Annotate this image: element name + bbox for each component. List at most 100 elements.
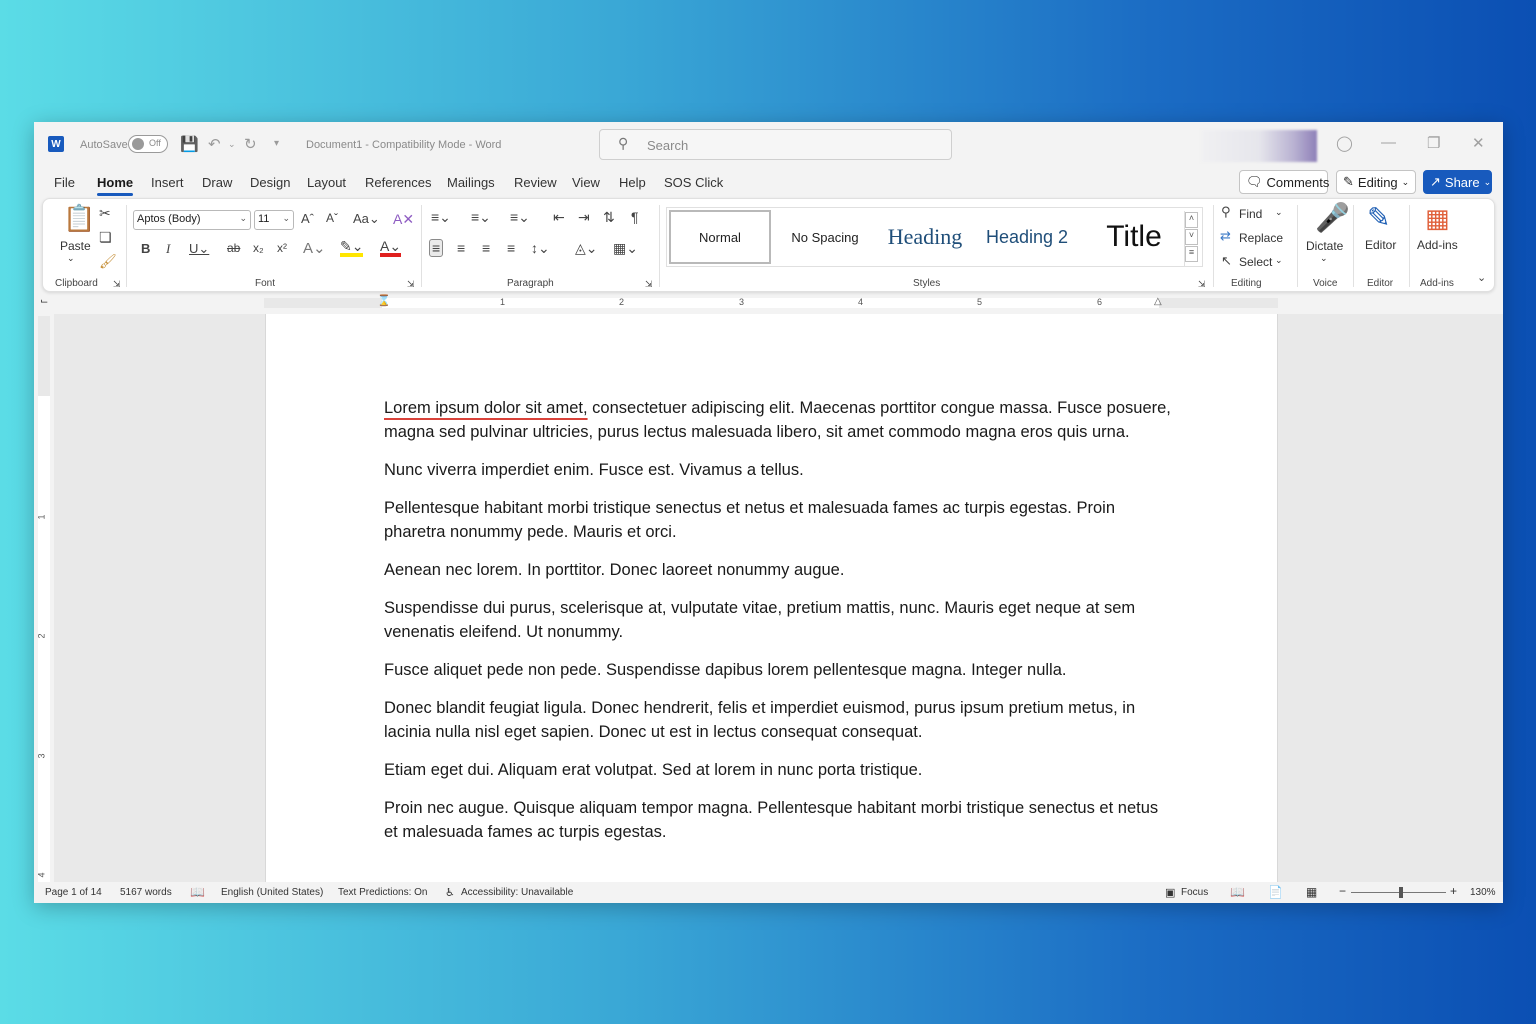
add-ins-button[interactable]: Add-ins	[1417, 238, 1458, 252]
horizontal-ruler[interactable]: ⌙ ⌛ △ 1 2 3 4 5 6	[34, 294, 1503, 312]
paragraph[interactable]: Suspendisse dui purus, scelerisque at, v…	[384, 596, 1174, 644]
customize-toolbar-icon[interactable]: ▾	[274, 138, 279, 149]
grow-font-icon[interactable]: Aˆ	[301, 211, 314, 226]
vertical-ruler[interactable]: 1 2 3 4	[37, 316, 50, 882]
text-effects-icon[interactable]: A⌄	[303, 239, 326, 257]
font-color-icon[interactable]: A⌄	[380, 239, 402, 257]
editor-pen-icon[interactable]: ✎	[1367, 201, 1390, 234]
editor-button[interactable]: Editor	[1365, 238, 1396, 252]
select-button[interactable]: Select	[1239, 255, 1272, 269]
undo-dropdown-icon[interactable]: ⌄	[228, 139, 236, 150]
show-formatting-icon[interactable]: ¶	[631, 209, 639, 225]
dialog-launcher-icon[interactable]: ⇲	[1198, 279, 1206, 290]
align-left-icon[interactable]: ≡	[429, 239, 444, 257]
autosave-toggle[interactable]: Off	[128, 135, 168, 153]
align-center-icon[interactable]: ≡	[457, 240, 465, 256]
zoom-slider-handle[interactable]	[1399, 887, 1403, 898]
tab-file[interactable]: File	[54, 175, 75, 190]
comments-button[interactable]: 🗨 Comments	[1239, 170, 1329, 194]
dialog-launcher-icon[interactable]: ⇲	[113, 279, 121, 290]
tab-review[interactable]: Review	[514, 175, 557, 190]
web-layout-icon[interactable]: ▦	[1306, 885, 1317, 899]
paragraph[interactable]: Proin nec augue. Quisque aliquam tempor …	[384, 796, 1174, 844]
strikethrough-icon[interactable]: ab	[227, 241, 240, 255]
numbering-icon[interactable]: ≡⌄	[471, 209, 491, 226]
borders-icon[interactable]: ▦⌄	[613, 240, 638, 257]
paragraph[interactable]: Donec blandit feugiat ligula. Donec hend…	[384, 696, 1174, 744]
style-no-spacing[interactable]: No Spacing	[775, 208, 875, 266]
line-spacing-icon[interactable]: ↕⌄	[531, 240, 550, 257]
tab-insert[interactable]: Insert	[151, 175, 184, 190]
print-layout-icon[interactable]: 📄	[1268, 885, 1283, 899]
add-ins-grid-icon[interactable]: ▦	[1425, 203, 1450, 234]
restore-icon[interactable]: ❐	[1427, 134, 1440, 152]
styles-up-icon[interactable]: ˄	[1185, 212, 1198, 228]
style-normal[interactable]: Normal	[669, 210, 771, 264]
accessibility-status[interactable]: Accessibility: Unavailable	[461, 887, 573, 898]
shrink-font-icon[interactable]: Aˇ	[326, 211, 338, 225]
clear-formatting-icon[interactable]: A✕	[393, 211, 414, 228]
lightbulb-icon[interactable]: ◯	[1336, 134, 1353, 152]
chevron-down-icon[interactable]: ⌄	[1275, 255, 1283, 266]
word-count[interactable]: 5167 words	[120, 887, 172, 898]
bold-icon[interactable]: B	[141, 241, 150, 256]
undo-icon[interactable]: ↶	[208, 135, 221, 153]
change-case-icon[interactable]: Aa⌄	[353, 211, 380, 227]
save-icon[interactable]: 💾	[180, 135, 199, 153]
paragraph[interactable]: Fusce aliquet pede non pede. Suspendisse…	[384, 658, 1174, 682]
subscript-icon[interactable]: x₂	[253, 241, 264, 255]
dialog-launcher-icon[interactable]: ⇲	[645, 279, 653, 290]
styles-down-icon[interactable]: ˅	[1185, 229, 1198, 245]
tab-draw[interactable]: Draw	[202, 175, 232, 190]
style-heading-2[interactable]: Heading 2	[975, 208, 1079, 266]
search-input[interactable]: ⚲ Search	[599, 129, 952, 160]
tab-references[interactable]: References	[365, 175, 431, 190]
tab-home[interactable]: Home	[97, 175, 134, 196]
text-predictions-status[interactable]: Text Predictions: On	[338, 887, 427, 898]
align-right-icon[interactable]: ≡	[482, 240, 490, 256]
paste-icon[interactable]: 📋	[63, 203, 95, 234]
focus-button[interactable]: Focus	[1181, 887, 1208, 898]
replace-button[interactable]: Replace	[1239, 231, 1283, 245]
format-painter-icon[interactable]: 🖌	[99, 253, 117, 270]
minimize-icon[interactable]: —	[1381, 134, 1396, 151]
page-count[interactable]: Page 1 of 14	[45, 887, 102, 898]
paragraph[interactable]: Pellentesque habitant morbi tristique se…	[384, 496, 1174, 544]
find-button[interactable]: Find	[1239, 207, 1262, 221]
tab-help[interactable]: Help	[619, 175, 646, 190]
styles-more-icon[interactable]: ≡	[1185, 246, 1198, 262]
paste-button[interactable]: Paste	[60, 239, 91, 253]
tab-stop-icon[interactable]: ⌙	[40, 296, 48, 307]
font-size-select[interactable]: 11 ⌄	[254, 210, 294, 230]
tab-design[interactable]: Design	[250, 175, 290, 190]
decrease-indent-icon[interactable]: ⇤	[553, 209, 565, 226]
document-page[interactable]: Lorem ipsum dolor sit amet, consectetuer…	[265, 314, 1278, 884]
paragraph[interactable]: Aenean nec lorem. In porttitor. Donec la…	[384, 558, 1174, 582]
multilevel-list-icon[interactable]: ≡⌄	[510, 209, 530, 226]
zoom-level[interactable]: 130%	[1470, 887, 1496, 898]
document-body[interactable]: Lorem ipsum dolor sit amet, consectetuer…	[384, 396, 1174, 858]
sort-icon[interactable]: ⇅	[603, 209, 615, 226]
account-area[interactable]	[1201, 130, 1317, 162]
tab-mailings[interactable]: Mailings	[447, 175, 495, 190]
paste-dropdown-icon[interactable]: ⌄	[67, 253, 75, 264]
read-mode-icon[interactable]: 📖	[1230, 885, 1245, 899]
dictate-button[interactable]: Dictate	[1306, 239, 1343, 253]
tab-layout[interactable]: Layout	[307, 175, 346, 190]
bullets-icon[interactable]: ≡⌄	[431, 209, 451, 226]
paragraph[interactable]: Lorem ipsum dolor sit amet, consectetuer…	[384, 396, 1174, 444]
proofing-book-icon[interactable]: 📖	[190, 885, 205, 899]
ribbon-collapse-icon[interactable]: ⌄	[1477, 271, 1486, 284]
microphone-icon[interactable]: 🎤	[1315, 201, 1350, 234]
cut-icon[interactable]: ✂	[99, 205, 111, 222]
spelling-flagged-text[interactable]: Lorem ipsum dolor sit amet,	[384, 399, 588, 417]
share-button[interactable]: ↗ Share ⌄	[1423, 170, 1492, 194]
increase-indent-icon[interactable]: ⇥	[578, 209, 590, 226]
justify-icon[interactable]: ≡	[507, 240, 515, 256]
tab-sos-click[interactable]: SOS Click	[664, 175, 723, 190]
highlight-icon[interactable]: ✎⌄	[340, 239, 364, 257]
superscript-icon[interactable]: x²	[277, 241, 287, 255]
paragraph[interactable]: Etiam eget dui. Aliquam erat volutpat. S…	[384, 758, 1174, 782]
language-status[interactable]: English (United States)	[221, 887, 323, 898]
italic-icon[interactable]: I	[166, 241, 170, 257]
